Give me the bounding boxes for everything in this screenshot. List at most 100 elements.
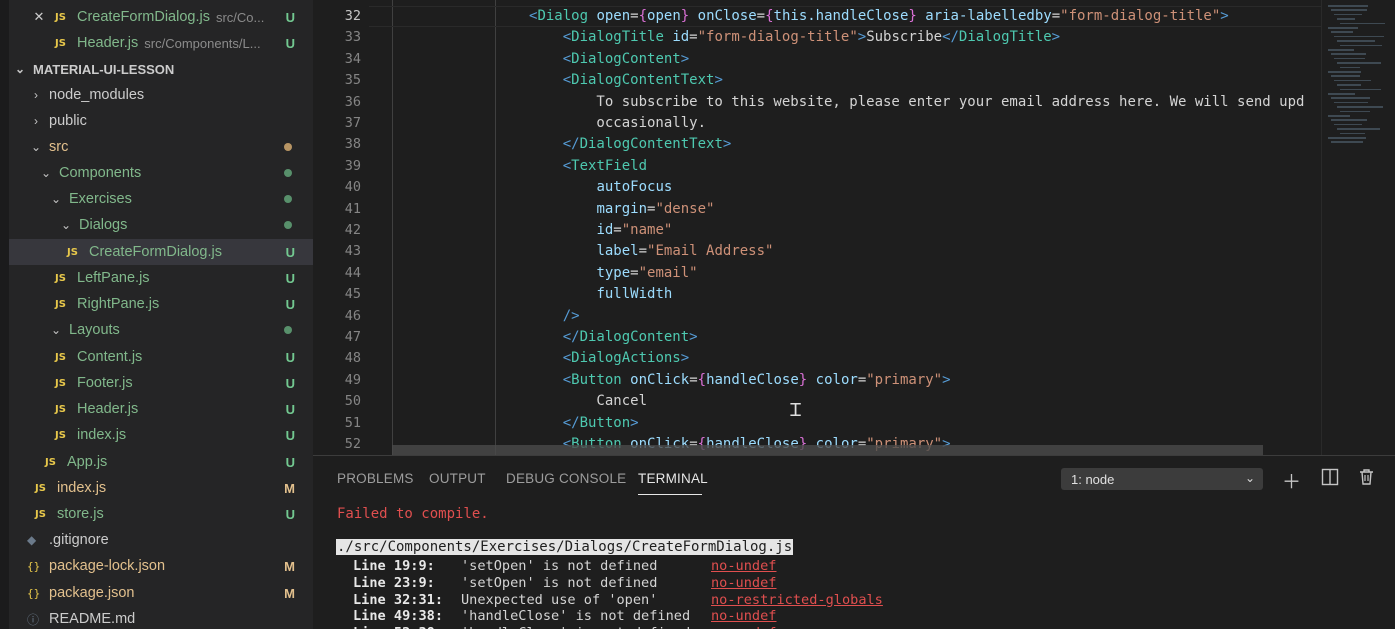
code-line[interactable]: label="Email Address" (529, 241, 773, 262)
chevron-down-icon: ⌄ (40, 166, 52, 180)
active-tab-indicator (638, 494, 702, 495)
code-line[interactable]: <DialogTitle id="form-dialog-title">Subs… (529, 27, 1060, 48)
open-editor-name: CreateFormDialog.js (77, 9, 210, 25)
plus-icon[interactable]: ＋ (1282, 467, 1301, 494)
error-row: Line 32:31: Unexpected use of 'open' no-re… (353, 592, 883, 609)
tree-item-src-index[interactable]: JS index.js M (9, 475, 313, 501)
tree-item-leftpane[interactable]: JS LeftPane.js U (9, 265, 313, 291)
code-line[interactable]: occasionally. (529, 113, 706, 134)
text-cursor-icon: Ꮖ (790, 400, 802, 421)
tree-item-components[interactable]: ⌄ Components (9, 160, 313, 186)
tab-debug-console[interactable]: DEBUG CONSOLE (506, 471, 626, 486)
code-line[interactable]: autoFocus (529, 177, 672, 198)
code-line[interactable]: /> (529, 306, 580, 327)
minimap[interactable] (1321, 0, 1395, 455)
tree-item-footer[interactable]: JS Footer.js U (9, 370, 313, 396)
code-line[interactable]: <DialogActions> (529, 348, 689, 369)
code-line[interactable]: </DialogContent> (529, 327, 698, 348)
code-editor[interactable]: 32 33 34 35 36 37 38 39 40 41 42 43 44 45 46 47 48 49 50 51… (313, 0, 1395, 455)
code-line[interactable]: </DialogContentText> (529, 134, 732, 155)
tab-problems[interactable]: PROBLEMS (337, 471, 414, 486)
js-file-icon: JS (67, 246, 78, 258)
eslint-rule-link[interactable]: no-undef (711, 608, 776, 624)
tree-item-label: src (49, 139, 69, 155)
minimap-line (1328, 115, 1350, 117)
eslint-rule-link[interactable]: no-undef (711, 575, 776, 591)
git-status-badge: U (285, 506, 295, 522)
minimap-line (1331, 75, 1360, 77)
code-line[interactable]: margin="dense" (529, 199, 714, 220)
code-line[interactable]: <TextField (529, 156, 647, 177)
tree-item-node-modules[interactable]: › node_modules (9, 82, 313, 108)
code-line[interactable]: <Button onClick={handleClose} color="pri… (529, 370, 951, 391)
compile-status: Failed to compile. (337, 506, 489, 522)
js-file-icon: JS (55, 37, 66, 49)
line-number: 39 (344, 157, 361, 174)
project-section-header[interactable]: ⌄ MATERIAL-UI-LESSON (9, 56, 313, 82)
code-line[interactable]: <DialogContentText> (529, 70, 723, 91)
minimap-line (1331, 119, 1367, 121)
close-icon[interactable]: ✕ (29, 9, 49, 25)
line-number: 44 (344, 264, 361, 281)
minimap-line (1331, 31, 1353, 33)
tree-item-exercises[interactable]: ⌄ Exercises (9, 186, 313, 212)
minimap-line (1337, 128, 1380, 130)
tree-item-store[interactable]: JS store.js U (9, 501, 313, 527)
code-line[interactable]: <DialogContent> (529, 49, 689, 70)
tree-item-readme[interactable]: ⓘ README.md (9, 606, 313, 629)
tree-item-createformdialog[interactable]: JS CreateFormDialog.js U (9, 239, 313, 265)
minimap-line (1337, 62, 1381, 64)
tree-item-header[interactable]: JS Header.js U (9, 396, 313, 422)
eslint-rule-link[interactable]: no-restricted-globals (711, 592, 883, 608)
tree-item-package[interactable]: {} package.json M (9, 580, 313, 606)
chevron-right-icon: › (34, 114, 38, 128)
tree-item-src[interactable]: ⌄ src (9, 134, 313, 160)
code-line[interactable]: <Dialog open={open} onClose={this.handle… (529, 6, 1229, 27)
untracked-dot (284, 326, 292, 334)
tree-item-layouts[interactable]: ⌄ Layouts (9, 317, 313, 343)
tree-item-label: package.json (49, 585, 135, 601)
tree-item-app[interactable]: JS App.js U (9, 449, 313, 475)
open-editor-createformdialog[interactable]: ✕ JS CreateFormDialog.js src/Co... U (9, 4, 313, 30)
js-file-icon: JS (55, 11, 66, 23)
untracked-dot (284, 169, 292, 177)
terminal-select[interactable]: 1: node ⌄ (1061, 468, 1263, 490)
minimap-line (1331, 97, 1370, 99)
tree-item-dialogs[interactable]: ⌄ Dialogs (9, 212, 313, 238)
code-line[interactable]: type="email" (529, 263, 697, 284)
tree-item-label: Exercises (69, 191, 132, 207)
error-location: Line 32:31: (353, 591, 444, 608)
trash-icon[interactable] (1358, 468, 1375, 492)
code-line[interactable]: </Button> (529, 413, 639, 434)
tab-terminal[interactable]: TERMINAL (638, 471, 708, 486)
code-line[interactable]: Cancel (529, 391, 647, 412)
split-terminal-icon[interactable] (1321, 468, 1339, 492)
tree-item-gitignore[interactable]: ◆ .gitignore (9, 527, 313, 553)
tree-item-content[interactable]: JS Content.js U (9, 344, 313, 370)
js-file-icon: JS (55, 351, 66, 363)
open-editor-header[interactable]: JS Header.js src/Components/L... U (9, 30, 313, 56)
eslint-rule-link[interactable]: no-undef (711, 558, 776, 574)
tree-item-label: package-lock.json (49, 558, 166, 574)
line-number: 43 (344, 243, 361, 260)
tree-item-layouts-index[interactable]: JS index.js U (9, 422, 313, 448)
json-braces-icon: {} (27, 559, 41, 573)
code-line[interactable]: fullWidth (529, 284, 672, 305)
tree-item-label: Content.js (77, 349, 143, 365)
code-line[interactable]: id="name" (529, 220, 672, 241)
tree-item-label: store.js (57, 506, 104, 522)
open-editor-name: Header.js (77, 35, 139, 51)
error-row: Line 23:9: 'setOpen' is not defined no-und… (353, 575, 776, 592)
code-line[interactable]: To subscribe to this website, please ent… (529, 92, 1304, 113)
line-number: 38 (344, 136, 361, 153)
tree-item-public[interactable]: › public (9, 108, 313, 134)
minimap-line (1331, 9, 1367, 11)
tree-item-package-lock[interactable]: {} package-lock.json M (9, 553, 313, 579)
tab-output[interactable]: OUTPUT (429, 471, 486, 486)
tree-item-rightpane[interactable]: JS RightPane.js U (9, 291, 313, 317)
error-row: Line 19:9: 'setOpen' is not defined no-und… (353, 558, 776, 575)
minimap-line (1334, 101, 1368, 104)
horizontal-scrollbar[interactable] (392, 445, 1263, 455)
git-status-badge: U (285, 401, 295, 417)
eslint-rule-link[interactable]: no-undef (711, 625, 776, 629)
